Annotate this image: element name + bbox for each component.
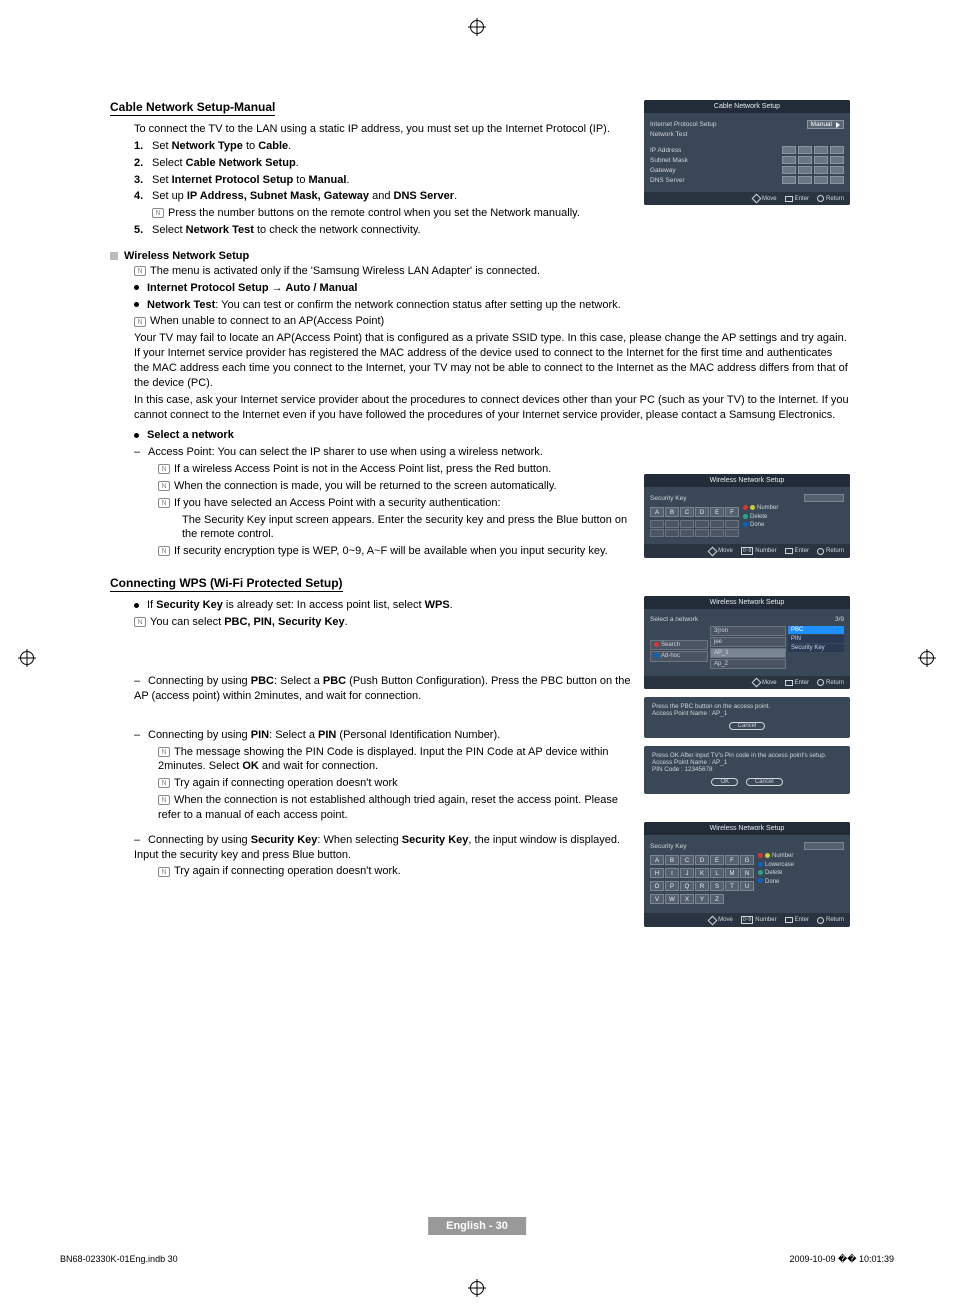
bullet-icon: [134, 285, 139, 290]
return-icon: [817, 195, 824, 202]
note-icon: N: [158, 546, 170, 556]
note-icon: N: [134, 317, 146, 327]
note-icon: N: [152, 208, 164, 218]
figure-security-key-2: Wireless Network Setup Security Key ABCD…: [644, 822, 850, 927]
unable-paragraph-1: Your TV may fail to locate an AP(Access …: [134, 331, 850, 390]
cancel-button: Cancel: [746, 778, 783, 786]
heading-wireless: Wireless Network Setup: [110, 250, 850, 262]
figure-cable-setup: Cable Network Setup Internet Protocol Se…: [644, 100, 850, 205]
square-bullet-icon: [110, 252, 118, 260]
note-icon: N: [158, 498, 170, 508]
step-1: 1.Set Network Type to Cable.: [134, 139, 632, 154]
menu-pin: PIN: [788, 635, 844, 643]
note-icon: N: [158, 747, 170, 757]
registration-mark-right: [920, 651, 934, 665]
ips-value: Manual: [807, 120, 844, 129]
network-test-label: Network Test: [650, 131, 687, 138]
registration-mark-top: [470, 20, 484, 34]
intro-text: To connect the TV to the LAN using a sta…: [134, 122, 632, 137]
search-button: Search: [650, 640, 708, 650]
enter-icon: [785, 196, 793, 202]
bullet-icon: [134, 302, 139, 307]
adhoc-button: Ad-hoc: [650, 651, 708, 661]
bullet-icon: [134, 433, 139, 438]
registration-mark-bottom: [470, 1281, 484, 1295]
step-4: 4.Set up IP Address, Subnet Mask, Gatewa…: [134, 189, 632, 221]
dpad-icon: [752, 194, 762, 204]
step-5: 5.Select Network Test to check the netwo…: [134, 223, 632, 238]
note-icon: N: [158, 867, 170, 877]
step-3: 3.Set Internet Protocol Setup to Manual.: [134, 173, 632, 188]
arrow-right-icon: [836, 122, 840, 128]
note-icon: N: [134, 266, 146, 276]
figure-pbc-message: Press the PBC button on the access point…: [644, 697, 850, 738]
note-icon: N: [158, 778, 170, 788]
footer-left: BN68-02330K-01Eng.indb 30: [60, 1254, 178, 1265]
note-icon: N: [158, 464, 170, 474]
heading-wps: Connecting WPS (Wi-Fi Protected Setup): [110, 576, 343, 592]
ok-button: OK: [711, 778, 738, 786]
ip-boxes: [782, 146, 844, 154]
note-icon: N: [158, 795, 170, 805]
cancel-button: Cancel: [729, 722, 766, 730]
registration-mark-left: [20, 651, 34, 665]
heading-cable-manual: Cable Network Setup-Manual: [110, 100, 275, 116]
figure-pin-message: Press OK After input TV's Pin code in th…: [644, 746, 850, 794]
step-2: 2.Select Cable Network Setup.: [134, 156, 632, 171]
note-icon: N: [134, 617, 146, 627]
note-icon: N: [158, 481, 170, 491]
menu-security-key: Security Key: [788, 644, 844, 652]
key-input: [804, 494, 844, 502]
unable-paragraph-2: In this case, ask your Internet service …: [134, 393, 850, 423]
page-number: English - 30: [428, 1217, 526, 1235]
footer-right: 2009-10-09 �� 10:01:39: [789, 1254, 894, 1265]
ips-label: Internet Protocol Setup: [650, 121, 717, 128]
figure-select-network: Wireless Network Setup Select a network3…: [644, 596, 850, 689]
menu-pbc: PBC: [788, 626, 844, 634]
figure-security-key-1: Wireless Network Setup Security Key A B …: [644, 474, 850, 558]
